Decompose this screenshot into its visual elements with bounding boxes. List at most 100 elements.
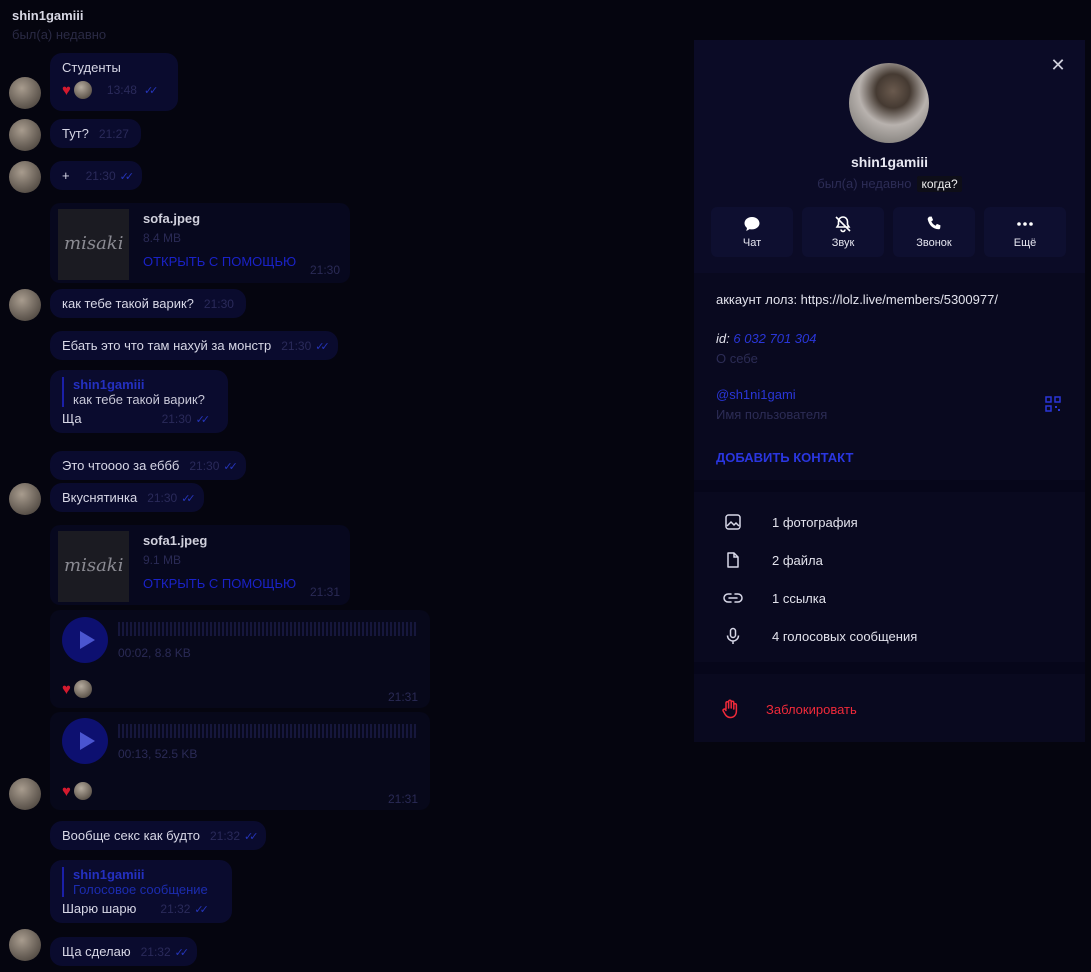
qr-code-icon[interactable]	[1045, 396, 1061, 412]
avatar[interactable]	[9, 778, 41, 810]
thumbnail-text: misaki	[64, 233, 124, 254]
id-value[interactable]: 6 032 701 304	[733, 331, 816, 346]
username-block: @sh1ni1gami Имя пользователя	[716, 387, 827, 422]
message-bubble[interactable]: Ебать это что там нахуй за монстр 21:30 ✓✓	[50, 331, 338, 360]
message-text: Тут?	[62, 126, 89, 141]
file-thumbnail[interactable]: misaki	[58, 209, 129, 280]
open-with-link[interactable]: ОТКРЫТЬ С ПОМОЩЬЮ	[143, 576, 296, 591]
message-text: Ща сделаю	[62, 944, 131, 959]
message-time: 21:32	[160, 902, 191, 916]
id-label: id:	[716, 331, 730, 346]
message-time: 21:30	[147, 491, 178, 505]
message-time: 21:31	[387, 792, 418, 806]
message-bubble[interactable]: Студенты ♥ 13:48 ✓✓	[50, 53, 178, 111]
block-user-button[interactable]: Заблокировать	[694, 694, 1085, 724]
about-label: О себе	[716, 351, 758, 366]
voice-message[interactable]: 00:02, 8.8 KB ♥ 21:31	[50, 610, 430, 708]
reply-text: как тебе такой варик?	[73, 392, 205, 407]
message-bubble[interactable]: как тебе такой варик? 21:30	[50, 289, 246, 318]
message-bubble[interactable]: Ща сделаю 21:32 ✓✓	[50, 937, 198, 966]
message-time: 21:31	[387, 690, 418, 704]
message-text: Вообще секс как будто	[62, 828, 200, 843]
avatar[interactable]	[9, 161, 41, 193]
chat-icon	[711, 215, 793, 233]
profile-actions: Чат Звук Звонок Ещё	[711, 207, 1066, 257]
reply-quote[interactable]: shin1gamiii Голосовое сообщение	[62, 867, 220, 897]
message-bubble[interactable]: shin1gamiii как тебе такой варик? Ща 21:3…	[50, 370, 228, 433]
id-block: id: 6 032 701 304 О себе	[716, 331, 817, 366]
message-text: Это чтоооо за еббб	[62, 458, 180, 473]
file-message[interactable]: misaki sofa1.jpeg 9.1 MB ОТКРЫТЬ С ПОМОЩ…	[50, 525, 350, 605]
avatar[interactable]	[9, 929, 41, 961]
waveform[interactable]	[118, 724, 418, 738]
profile-avatar[interactable]	[849, 63, 929, 143]
message-time: 21:27	[98, 127, 129, 141]
call-label: Звонок	[916, 237, 952, 249]
sound-button[interactable]: Звук	[802, 207, 884, 257]
username-link[interactable]: @sh1ni1gami	[716, 387, 827, 402]
media-photos[interactable]: 1 фотография	[694, 503, 1085, 541]
file-icon	[694, 551, 772, 569]
message-text: Шарю шарю	[62, 901, 137, 916]
file-name: sofa1.jpeg	[143, 533, 208, 548]
heart-icon[interactable]: ♥	[62, 82, 71, 99]
media-links[interactable]: 1 ссылка	[694, 579, 1085, 617]
reactions[interactable]: ♥	[62, 782, 92, 800]
thumbnail-text: misaki	[64, 555, 124, 576]
close-icon[interactable]: ✕	[1049, 56, 1067, 74]
waveform[interactable]	[118, 622, 418, 636]
sound-label: Звук	[831, 237, 855, 249]
divider	[694, 480, 1085, 492]
play-button[interactable]	[62, 718, 108, 764]
play-button[interactable]	[62, 617, 108, 663]
profile-header: ✕ shin1gamiii был(а) недавно когда? Чат З…	[694, 40, 1085, 273]
heart-icon[interactable]: ♥	[62, 681, 71, 698]
media-label: 4 голосовых сообщения	[772, 628, 918, 644]
reactor-avatar	[73, 81, 92, 99]
avatar[interactable]	[9, 77, 41, 109]
double-check-icon: ✓✓	[119, 171, 135, 183]
avatar[interactable]	[9, 483, 41, 515]
message-bubble[interactable]: Тут? 21:27	[50, 119, 141, 148]
message-list[interactable]: Студенты ♥ 13:48 ✓✓ Тут? 21:27 +21:30 ✓✓ m…	[0, 50, 694, 972]
more-icon	[984, 215, 1066, 233]
file-thumbnail[interactable]: misaki	[58, 531, 129, 602]
divider	[694, 662, 1085, 674]
open-with-link[interactable]: ОТКРЫТЬ С ПОМОЩЬЮ	[143, 254, 296, 269]
chat-button[interactable]: Чат	[711, 207, 793, 257]
reply-author: shin1gamiii	[73, 377, 145, 392]
more-label: Ещё	[1013, 237, 1037, 249]
message-time: 21:30	[309, 263, 340, 277]
profile-name: shin1gamiii	[850, 154, 929, 170]
chat-title: shin1gamiii	[12, 8, 84, 23]
message-bubble[interactable]: +21:30 ✓✓	[50, 161, 143, 190]
reactions[interactable]: ♥	[62, 680, 92, 698]
reactions[interactable]: ♥ 13:48 ✓✓	[62, 81, 166, 99]
message-bubble[interactable]: Вкуснятинка 21:30 ✓✓	[50, 483, 204, 512]
bio-text[interactable]: аккаунт лолз: https://lolz.live/members/…	[716, 292, 998, 307]
message-bubble[interactable]: Это чтоооо за еббб 21:30 ✓✓	[50, 451, 246, 480]
message-time: 21:30	[203, 297, 234, 311]
media-files[interactable]: 2 файла	[694, 541, 1085, 579]
avatar[interactable]	[9, 119, 41, 151]
message-bubble[interactable]: shin1gamiii Голосовое сообщение Шарю шар…	[50, 860, 232, 923]
username-label: Имя пользователя	[716, 407, 828, 422]
message-time: 13:48	[106, 83, 137, 97]
message-bubble[interactable]: Вообще секс как будто 21:32 ✓✓	[50, 821, 267, 850]
call-button[interactable]: Звонок	[893, 207, 975, 257]
file-message[interactable]: misaki sofa.jpeg 8.4 MB ОТКРЫТЬ С ПОМОЩЬ…	[50, 203, 350, 283]
add-contact-button[interactable]: ДОБАВИТЬ КОНТАКТ	[716, 450, 853, 465]
double-check-icon: ✓✓	[194, 904, 209, 916]
reply-quote[interactable]: shin1gamiii как тебе такой варик?	[62, 377, 216, 407]
message-time: 21:32	[140, 945, 171, 959]
file-name: sofa.jpeg	[143, 211, 201, 226]
reactor-avatar	[73, 782, 92, 800]
voice-message[interactable]: 00:13, 52.5 KB ♥ 21:31	[50, 712, 430, 810]
phone-icon	[893, 215, 975, 233]
hand-stop-icon	[694, 699, 766, 719]
heart-icon[interactable]: ♥	[62, 783, 71, 800]
message-time: 21:32	[210, 829, 241, 843]
more-button[interactable]: Ещё	[984, 207, 1066, 257]
media-voice[interactable]: 4 голосовых сообщения	[694, 617, 1085, 655]
avatar[interactable]	[9, 289, 41, 321]
